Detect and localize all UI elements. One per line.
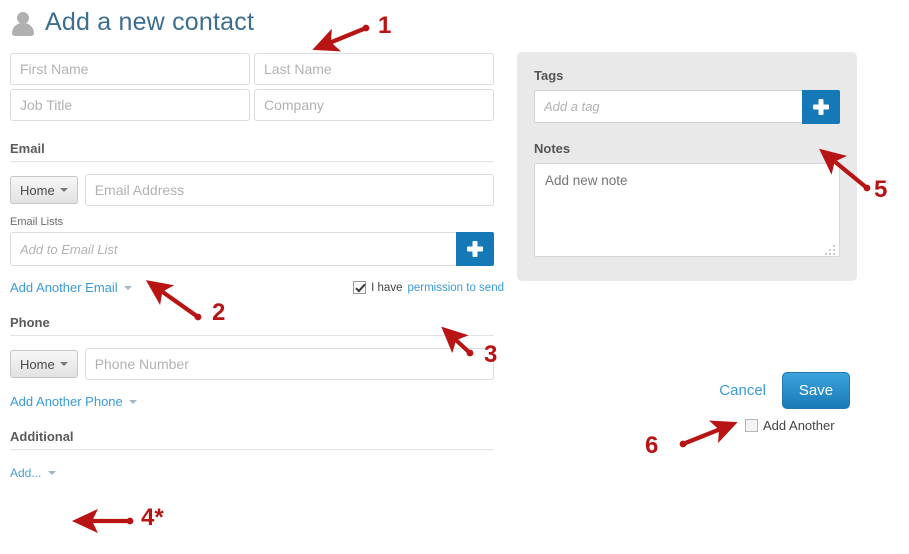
phone-number-input[interactable]	[84, 348, 494, 380]
email-section-heading: Email	[10, 141, 494, 162]
person-icon	[10, 9, 36, 37]
add-another-row: Add Another	[745, 418, 835, 433]
chevron-down-icon	[128, 399, 137, 404]
additional-add-label: Add...	[10, 466, 42, 480]
chevron-down-icon	[59, 188, 68, 192]
left-column: Email Home Email Lists Add Another Email…	[10, 53, 504, 480]
annotation-label-4: 4*	[141, 504, 164, 531]
job-company-row	[10, 89, 494, 121]
annotation-arrow-1	[312, 24, 370, 52]
permission-checkbox[interactable]	[353, 281, 367, 294]
add-email-list-button[interactable]	[456, 232, 494, 266]
name-row	[10, 53, 494, 85]
chevron-down-icon	[59, 362, 68, 366]
job-title-input[interactable]	[10, 89, 250, 121]
page-title: Add a new contact	[45, 8, 255, 36]
last-name-input[interactable]	[254, 53, 494, 85]
annotation-label-1: 1	[378, 12, 392, 39]
additional-section-heading: Additional	[10, 429, 494, 450]
add-another-email-link[interactable]: Add Another Email	[10, 280, 132, 295]
phone-type-dropdown[interactable]: Home	[10, 350, 78, 378]
permission-prefix-text: I have	[371, 281, 403, 294]
annotation-label-3: 3	[484, 341, 498, 368]
annotation-arrow-4	[71, 508, 134, 534]
notes-wrapper	[534, 163, 840, 260]
add-tag-button[interactable]	[802, 90, 840, 124]
phone-type-label: Home	[20, 356, 55, 372]
email-field-row: Home	[10, 174, 494, 206]
cancel-button[interactable]: Cancel	[719, 382, 766, 399]
phone-section-heading: Phone	[10, 315, 494, 336]
email-list-input[interactable]	[10, 232, 456, 266]
add-another-label: Add Another	[763, 418, 835, 433]
notes-label: Notes	[534, 141, 571, 156]
contact-form-page: Add a new contact Email Home Email Lists	[0, 0, 909, 554]
tag-input[interactable]	[534, 90, 802, 123]
tags-notes-panel: Tags Notes	[517, 52, 857, 281]
annotation-label-6: 6	[645, 432, 659, 459]
phone-under-row: Add Another Phone	[10, 394, 494, 409]
add-another-phone-label: Add Another Phone	[10, 394, 123, 409]
chevron-down-icon	[123, 285, 132, 290]
company-input[interactable]	[254, 89, 494, 121]
form-actions: Cancel Save	[690, 372, 850, 409]
page-header: Add a new contact	[10, 8, 254, 37]
email-lists-label: Email Lists	[10, 216, 64, 228]
add-another-phone-link[interactable]: Add Another Phone	[10, 394, 137, 409]
email-type-label: Home	[20, 182, 55, 198]
additional-add-link[interactable]: Add...	[10, 466, 57, 480]
save-button[interactable]: Save	[782, 372, 850, 409]
email-under-row: Add Another Email I have permission to s…	[10, 280, 504, 295]
email-list-add-row	[10, 232, 494, 266]
email-address-input[interactable]	[84, 174, 494, 206]
chevron-down-icon	[48, 471, 57, 475]
annotation-arrow-6	[679, 420, 738, 448]
tag-add-row	[534, 90, 840, 124]
tags-label: Tags	[534, 68, 564, 83]
first-name-input[interactable]	[10, 53, 250, 85]
annotation-label-5: 5	[874, 176, 888, 203]
notes-textarea[interactable]	[534, 163, 840, 257]
add-another-checkbox[interactable]	[745, 419, 758, 432]
add-another-email-label: Add Another Email	[10, 280, 118, 295]
permission-to-send-row: I have permission to send	[353, 281, 504, 294]
annotation-label-2: 2	[212, 299, 226, 326]
phone-field-row: Home	[10, 348, 494, 380]
permission-to-send-link[interactable]: permission to send	[407, 282, 504, 294]
email-type-dropdown[interactable]: Home	[10, 176, 78, 204]
